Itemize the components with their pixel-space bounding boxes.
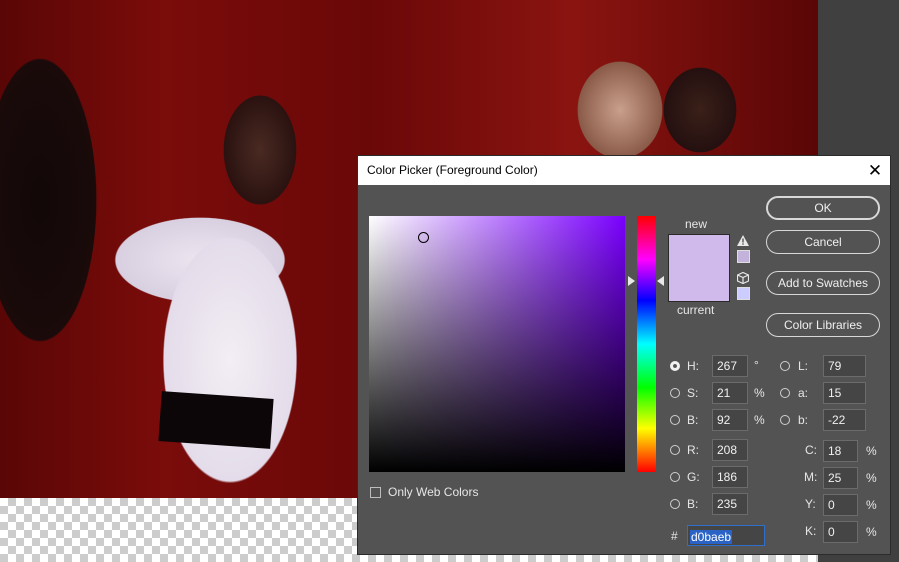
hue-unit: ° (754, 358, 759, 372)
cyan-label: C: (805, 443, 817, 457)
dialog-title: Color Picker (Foreground Color) (367, 163, 538, 177)
cyan-unit: % (866, 444, 877, 458)
only-web-colors-label: Only Web Colors (388, 485, 479, 499)
alert-triangle-icon[interactable] (737, 235, 749, 246)
green-label: G: (687, 470, 700, 484)
blue-label: B: (687, 497, 699, 511)
add-to-swatches-button[interactable]: Add to Swatches (766, 271, 880, 295)
hex-prefix: # (671, 529, 678, 543)
current-color-label: current (677, 303, 715, 317)
hue-slider-left-arrow-icon[interactable] (628, 276, 635, 286)
lab-b-input[interactable]: -22 (823, 409, 866, 431)
websafe-swatch[interactable] (737, 287, 750, 300)
new-color-label: new (685, 217, 708, 231)
lab-a-label: a: (798, 386, 809, 400)
hue-slider-right-arrow-icon[interactable] (657, 276, 664, 286)
saturation-input[interactable]: 21 (712, 382, 748, 404)
yellow-label: Y: (805, 497, 816, 511)
saturation-label: S: (687, 386, 699, 400)
magenta-input[interactable]: 25 (823, 467, 858, 489)
black-unit: % (866, 525, 877, 539)
lab-l-input[interactable]: 79 (823, 355, 866, 377)
hue-slider[interactable] (637, 216, 656, 472)
lab-b-label: b: (798, 413, 809, 427)
lab-l-radio[interactable] (780, 361, 790, 371)
red-label: R: (687, 443, 699, 457)
gamut-warning-swatch[interactable] (737, 250, 750, 263)
blue-radio[interactable] (670, 499, 680, 509)
lab-b-radio[interactable] (780, 415, 790, 425)
brightness-input[interactable]: 92 (712, 409, 748, 431)
ok-button[interactable]: OK (766, 196, 880, 220)
red-input[interactable]: 208 (712, 439, 748, 461)
saturation-radio[interactable] (670, 388, 680, 398)
yellow-input[interactable]: 0 (823, 494, 858, 516)
blue-input[interactable]: 235 (712, 493, 748, 515)
hue-input[interactable]: 267 (712, 355, 748, 377)
red-radio[interactable] (670, 445, 680, 455)
color-preview-swatch[interactable] (668, 234, 730, 302)
brightness-label: B: (687, 413, 699, 427)
only-web-colors-checkbox[interactable] (370, 487, 381, 498)
magenta-label: M: (804, 470, 818, 484)
green-radio[interactable] (670, 472, 680, 482)
brightness-unit: % (754, 413, 765, 427)
cancel-button[interactable]: Cancel (766, 230, 880, 254)
saturation-unit: % (754, 386, 765, 400)
color-field[interactable] (369, 216, 625, 472)
brightness-radio[interactable] (670, 415, 680, 425)
cyan-input[interactable]: 18 (823, 440, 858, 462)
lab-l-label: L: (798, 359, 809, 373)
hue-label: H: (687, 359, 699, 373)
green-input[interactable]: 186 (712, 466, 748, 488)
close-icon[interactable]: ✕ (860, 156, 890, 185)
black-label: K: (805, 524, 817, 538)
photo-detail (158, 391, 274, 449)
color-picker-dialog: Color Picker (Foreground Color) ✕ new cu… (357, 155, 891, 555)
yellow-unit: % (866, 498, 877, 512)
hex-input[interactable]: d0baeb (687, 525, 765, 546)
hex-value: d0baeb (690, 530, 733, 544)
hue-radio[interactable] (670, 361, 680, 371)
cube-icon[interactable] (737, 272, 749, 284)
magenta-unit: % (866, 471, 877, 485)
black-input[interactable]: 0 (823, 521, 858, 543)
color-libraries-button[interactable]: Color Libraries (766, 313, 880, 337)
lab-a-radio[interactable] (780, 388, 790, 398)
lab-a-input[interactable]: 15 (823, 382, 866, 404)
color-field-marker[interactable] (418, 232, 429, 243)
dialog-titlebar: Color Picker (Foreground Color) ✕ (358, 156, 890, 185)
